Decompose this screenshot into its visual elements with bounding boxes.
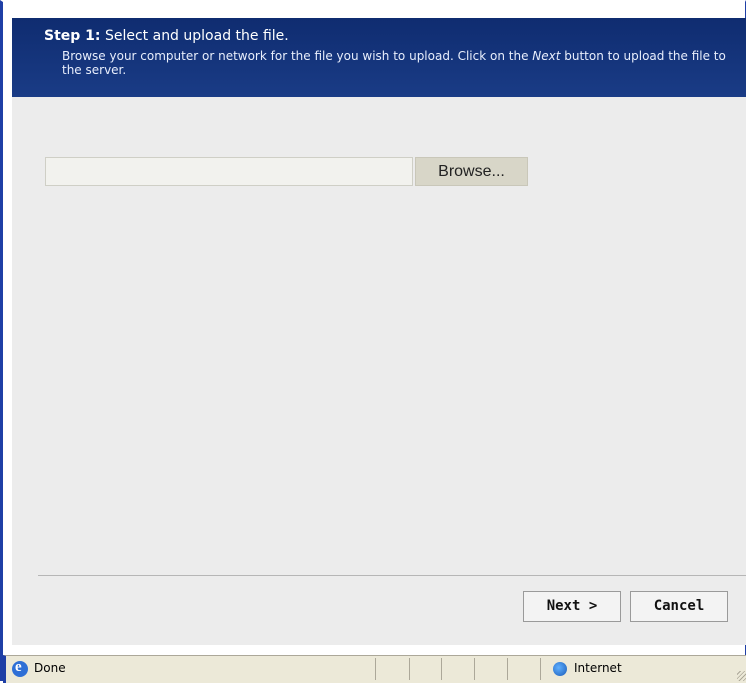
wizard-content: Browse... Next > Cancel (12, 97, 746, 645)
step-description: Browse your computer or network for the … (62, 49, 742, 77)
status-separator (540, 658, 541, 680)
file-path-input[interactable] (45, 157, 413, 186)
resize-grip-icon[interactable] (737, 671, 746, 681)
step-label: Step 1: (44, 28, 101, 44)
description-next-emphasis: Next (532, 49, 561, 63)
wizard-header: Step 1: Select and upload the file. Brow… (12, 18, 746, 97)
description-text-before: Browse your computer or network for the … (62, 49, 533, 63)
footer-divider (38, 575, 746, 576)
cancel-button[interactable]: Cancel (630, 591, 728, 622)
next-button[interactable]: Next > (523, 591, 621, 622)
status-text: Done (34, 661, 66, 675)
status-bar: Done Internet (3, 655, 746, 683)
status-separator (507, 658, 508, 680)
status-separator (474, 658, 475, 680)
browser-window: Step 1: Select and upload the file. Brow… (0, 0, 746, 683)
step-title: Step 1: Select and upload the file. (44, 27, 746, 45)
status-separator (409, 658, 410, 680)
step-title-text: Select and upload the file. (104, 28, 289, 44)
browse-button[interactable]: Browse... (415, 157, 528, 186)
status-separator (375, 658, 376, 680)
security-zone-text: Internet (574, 661, 622, 675)
status-separator (441, 658, 442, 680)
globe-icon (553, 662, 567, 676)
ie-icon (12, 659, 28, 677)
